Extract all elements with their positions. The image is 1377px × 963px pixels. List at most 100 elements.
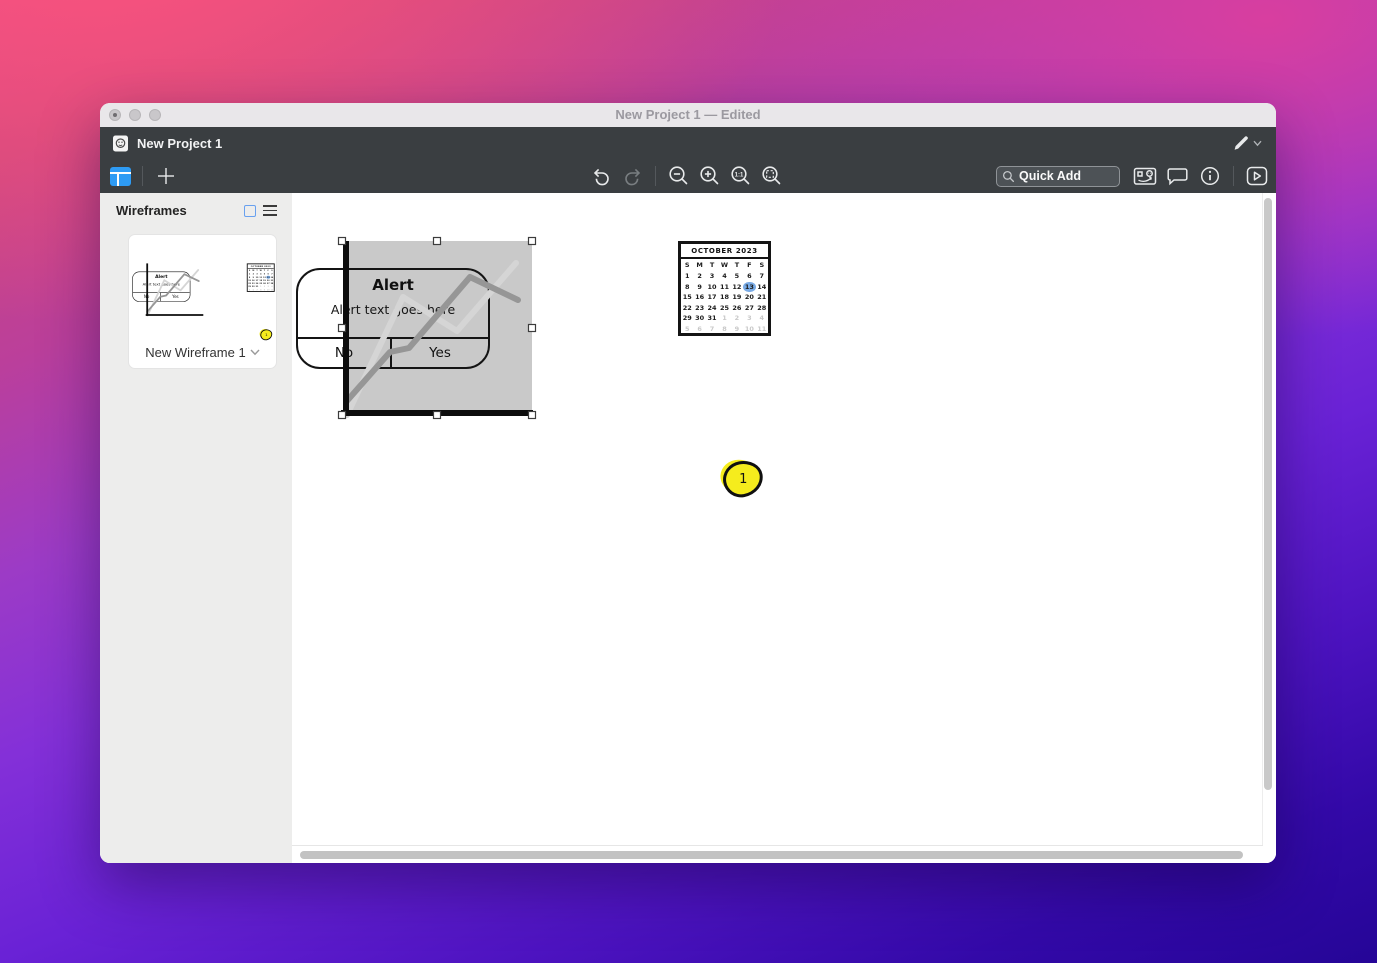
- calendar-date: 18: [718, 292, 730, 303]
- wireframes-sidebar: Wireframes Alert Alert text goes here No: [100, 193, 292, 863]
- calendar-date: 10: [706, 282, 718, 293]
- calendar-date: 9: [731, 324, 743, 335]
- calendar-date: 13: [743, 282, 755, 293]
- marker-number: 1: [739, 472, 747, 487]
- calendar-date: 11: [270, 288, 274, 291]
- calendar-date: 31: [706, 313, 718, 324]
- alert-dialog-wireframe[interactable]: Alert Alert text goes here No Yes: [296, 268, 490, 369]
- calendar-day-letters: SMTWTFS: [681, 259, 768, 271]
- calendar-day-letter: W: [718, 261, 730, 271]
- project-name: New Project 1: [137, 136, 222, 151]
- calendar-date: 17: [706, 292, 718, 303]
- calendar-date: 4: [756, 313, 768, 324]
- annotation-marker[interactable]: 1: [720, 458, 766, 500]
- add-element-button[interactable]: [154, 164, 178, 188]
- calendar-date: 12: [731, 282, 743, 293]
- alert-no-button[interactable]: No: [298, 339, 392, 367]
- calendar-date: 7: [756, 271, 768, 282]
- calendar-date: 6: [693, 324, 705, 335]
- calendar-date: 24: [706, 303, 718, 314]
- calendar-date: 1: [718, 313, 730, 324]
- calendar-date: 7: [706, 324, 718, 335]
- calendar-date: 10: [743, 324, 755, 335]
- toolbar-separator: [142, 166, 143, 186]
- calendar-date: 21: [756, 292, 768, 303]
- calendar-date: 28: [756, 303, 768, 314]
- undo-button[interactable]: [590, 165, 612, 187]
- app-window: New Project 1 — Edited New Project 1: [100, 103, 1276, 863]
- alert-no-button[interactable]: No: [133, 293, 161, 301]
- calendar-date: 25: [718, 303, 730, 314]
- alert-yes-button[interactable]: Yes: [161, 293, 190, 301]
- toolbar-separator: [655, 166, 656, 186]
- quick-add-placeholder: Quick Add: [1019, 169, 1081, 183]
- chevron-down-icon: [1253, 140, 1262, 147]
- quick-add-field[interactable]: Quick Add: [996, 166, 1120, 187]
- calendar-date: 20: [743, 292, 755, 303]
- calendar-date: 2: [693, 271, 705, 282]
- search-icon: [1002, 170, 1015, 183]
- alert-dialog-wireframe[interactable]: Alert Alert text goes here No Yes: [132, 272, 190, 302]
- calendar-day-letter: M: [693, 261, 705, 271]
- elements-library-icon[interactable]: [1132, 164, 1158, 188]
- calendar-date: 23: [693, 303, 705, 314]
- calendar-date: 3: [743, 313, 755, 324]
- calendar-date: 5: [681, 324, 693, 335]
- calendar-wireframe[interactable]: OCTOBER 2023 SMTWTFS 1234567891011121314…: [247, 263, 275, 292]
- window-titlebar: New Project 1 — Edited: [100, 103, 1276, 127]
- calendar-date: 2: [731, 313, 743, 324]
- horizontal-scrollbar-thumb[interactable]: [300, 851, 1243, 859]
- chevron-down-icon[interactable]: [250, 349, 260, 356]
- play-presentation-button[interactable]: [1245, 164, 1269, 188]
- calendar-date: 16: [693, 292, 705, 303]
- zoom-actual-size-icon[interactable]: 1:1: [729, 164, 753, 188]
- window-title: New Project 1 — Edited: [100, 103, 1276, 127]
- calendar-date: 14: [756, 282, 768, 293]
- wireframe-thumbnail: Alert Alert text goes here No Yes: [131, 249, 276, 341]
- wireframe-card[interactable]: Alert Alert text goes here No Yes: [128, 234, 277, 369]
- calendar-title: OCTOBER 2023: [248, 264, 274, 269]
- main-toolbar: 1:1 Quick Add: [100, 159, 1276, 193]
- zoom-to-fit-icon[interactable]: [760, 164, 784, 188]
- wireframe-scene: Alert Alert text goes here No Yes: [131, 249, 276, 341]
- zoom-in-icon[interactable]: [698, 164, 722, 188]
- calendar-date: 3: [706, 271, 718, 282]
- zoom-out-icon[interactable]: [667, 164, 691, 188]
- edit-tool-button[interactable]: [1231, 134, 1264, 152]
- calendar-wireframe[interactable]: OCTOBER 2023 SMTWTFS 1234567891011121314…: [678, 241, 771, 336]
- calendar-date: 19: [731, 292, 743, 303]
- alert-buttons-row: No Yes: [133, 292, 190, 301]
- calendar-day-letter: T: [706, 261, 718, 271]
- calendar-date: 22: [681, 303, 693, 314]
- toolbar-separator: [1233, 166, 1234, 186]
- calendar-date: 29: [681, 313, 693, 324]
- info-icon[interactable]: [1198, 164, 1222, 188]
- calendar-date: 30: [693, 313, 705, 324]
- vertical-scrollbar-thumb[interactable]: [1264, 198, 1272, 790]
- calendar-date: 6: [743, 271, 755, 282]
- horizontal-scrollbar[interactable]: [292, 845, 1263, 863]
- desktop-background: New Project 1 — Edited New Project 1: [0, 0, 1377, 963]
- alert-title: Alert: [133, 274, 190, 279]
- calendar-date: 27: [743, 303, 755, 314]
- calendar-date: 4: [718, 271, 730, 282]
- alert-yes-button[interactable]: Yes: [392, 339, 488, 367]
- document-icon: [112, 135, 129, 152]
- calendar-day-letter: S: [681, 261, 693, 271]
- calendar-date: 11: [756, 324, 768, 335]
- alert-title: Alert: [298, 276, 488, 294]
- calendar-date: 1: [681, 271, 693, 282]
- calendar-date: 5: [731, 271, 743, 282]
- sidebar-title: Wireframes: [116, 203, 187, 218]
- calendar-date: 26: [731, 303, 743, 314]
- sidebar-toggle-button[interactable]: [110, 167, 131, 186]
- comments-icon[interactable]: [1166, 164, 1190, 188]
- wireframe-name[interactable]: New Wireframe 1: [145, 345, 245, 360]
- canvas[interactable]: Alert Alert text goes here No Yes: [292, 193, 1276, 863]
- annotation-marker[interactable]: 1: [259, 328, 273, 341]
- list-view-icon[interactable]: [263, 205, 277, 216]
- grid-view-icon[interactable]: [244, 205, 256, 217]
- redo-button[interactable]: [622, 165, 644, 187]
- calendar-day-letter: S: [756, 261, 768, 271]
- svg-text:1:1: 1:1: [735, 172, 744, 178]
